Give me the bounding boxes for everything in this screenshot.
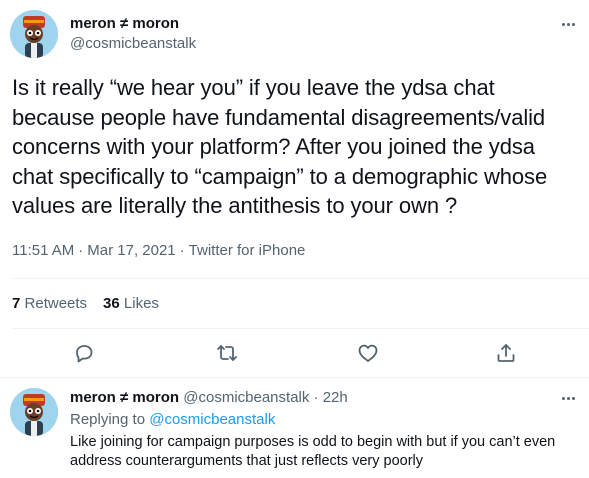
replying-to: Replying to @cosmicbeanstalk	[70, 411, 275, 429]
likes-stat[interactable]: 36 Likes	[103, 295, 159, 312]
engagement-stats: 7 Retweets 36 Likes	[12, 295, 159, 313]
more-options-icon[interactable]	[558, 18, 578, 30]
tweet-date[interactable]: Mar 17, 2021	[87, 242, 175, 259]
author-handle[interactable]: @cosmicbeanstalk	[70, 35, 196, 53]
likes-count: 36	[103, 295, 120, 312]
retweets-stat[interactable]: 7 Retweets	[12, 295, 87, 312]
retweets-count: 7	[12, 295, 21, 312]
reply-author-handle[interactable]: @cosmicbeanstalk	[183, 389, 309, 406]
more-options-icon[interactable]	[558, 392, 578, 404]
likes-label: Likes	[123, 295, 159, 312]
replying-prefix: Replying to	[70, 411, 146, 428]
author-name[interactable]: meron ≠ moron	[70, 15, 179, 33]
divider	[0, 377, 589, 378]
retweet-icon[interactable]	[215, 341, 239, 365]
avatar-cartoon-icon	[10, 10, 58, 58]
replying-to-link[interactable]: @cosmicbeanstalk	[149, 411, 275, 428]
avatar-cartoon-icon	[10, 388, 58, 436]
tweet-time[interactable]: 11:51 AM	[12, 242, 74, 259]
reply-time[interactable]: 22h	[323, 389, 348, 406]
reply-author-name[interactable]: meron ≠ moron	[70, 389, 179, 406]
like-icon[interactable]	[356, 341, 380, 365]
reply-icon[interactable]	[72, 341, 96, 365]
reply-separator: ·	[313, 389, 319, 406]
meta-separator: ·	[179, 242, 185, 259]
meta-separator: ·	[78, 242, 84, 259]
reply-header: meron ≠ moron @cosmicbeanstalk · 22h	[70, 389, 348, 407]
reply-text: Like joining for campaign purposes is od…	[70, 434, 556, 469]
author-avatar[interactable]	[10, 10, 58, 58]
share-icon[interactable]	[494, 341, 518, 365]
tweet-meta: 11:51 AM · Mar 17, 2021 · Twitter for iPhone	[12, 242, 305, 260]
retweets-label: Retweets	[24, 295, 88, 312]
divider	[12, 328, 589, 329]
tweet-source[interactable]: Twitter for iPhone	[189, 242, 306, 259]
divider	[12, 278, 589, 279]
tweet-text: Is it really “we hear you” if you leave …	[12, 75, 548, 218]
reply-author-avatar[interactable]	[10, 388, 58, 436]
